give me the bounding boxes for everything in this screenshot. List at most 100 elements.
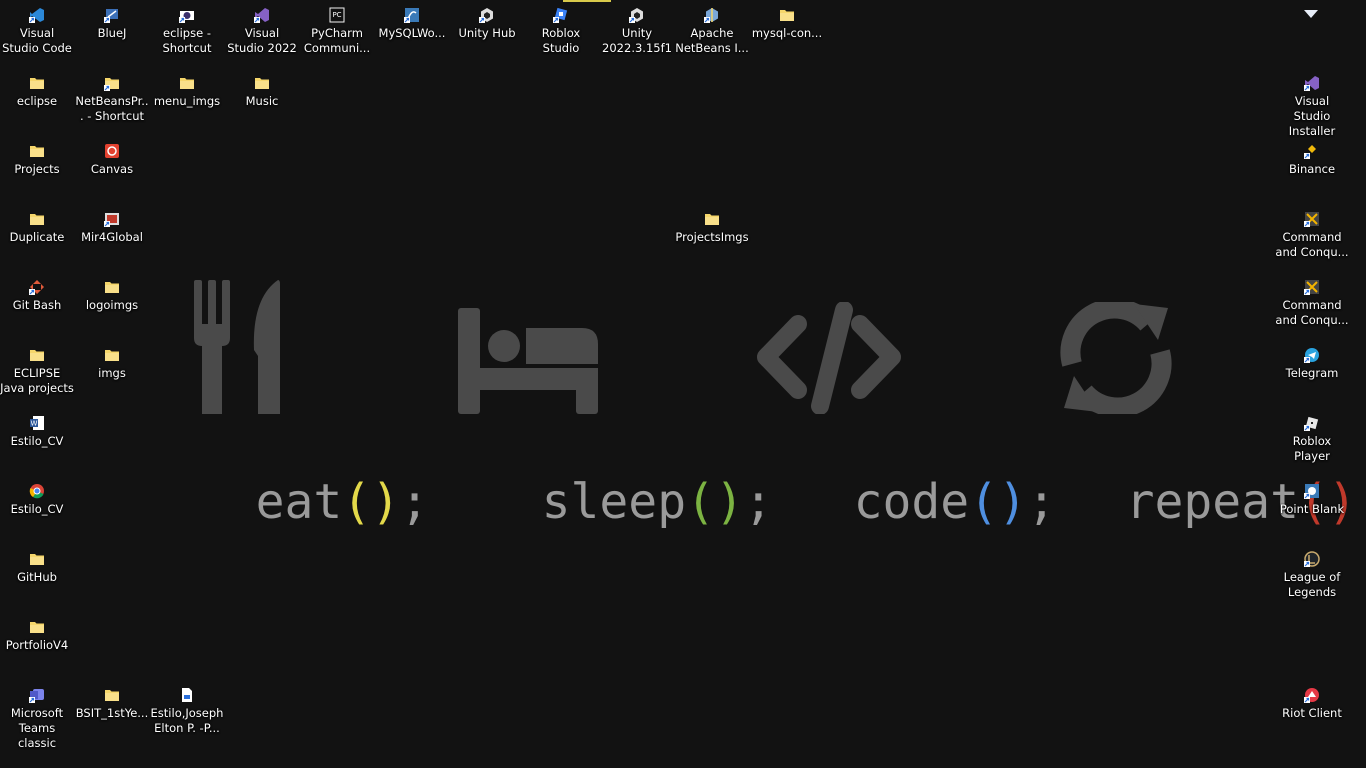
mysql-workbench-icon [404,7,420,23]
word-doc-icon: W [29,415,45,431]
desktop-icon-logoimgs[interactable]: logoimgs [75,272,149,336]
folder-icon [779,7,795,23]
desktop-icon-label: PortfolioV4 [5,638,69,652]
folder-icon [104,687,120,703]
desktop-icon-netbeans[interactable]: Apache NetBeans I... [675,0,749,64]
desktop-icon-telegram[interactable]: Telegram [1275,340,1349,404]
eat-open-paren: ( [342,474,372,530]
code-text: code(); [738,412,1056,530]
desktop-icon-label: Roblox Studio [541,26,581,55]
riot-client-icon [1304,687,1320,703]
desktop-icon-label: Roblox Player [1292,434,1332,463]
desktop-icon-cnc1[interactable]: Command and Conqu... [1275,204,1349,268]
desktop-icon-label: Microsoft Teams classic [10,706,64,750]
desktop-icon-label: Music [245,94,279,108]
desktop-icon-mysql-workbench[interactable]: MySQLWo... [375,0,449,64]
visual-studio-icon [254,7,270,23]
league-icon [1304,551,1320,567]
desktop-icon-label: Visual Studio 2022 [227,26,297,55]
desktop-icon-label: Visual Studio Code [2,26,72,55]
folder-icon [29,551,45,567]
teams-icon [29,687,45,703]
folder-icon [104,347,120,363]
desktop-icon-github[interactable]: GitHub [0,544,74,608]
desktop-icon-label: ProjectsImgs [675,230,749,244]
command-conquer-icon [1304,279,1320,295]
desktop-icon-projects[interactable]: Projects [0,136,74,200]
desktop-icon-unity[interactable]: Unity 2022.3.15f1 [600,0,674,64]
unity-icon [629,7,645,23]
eat-semicolon: ; [400,474,430,530]
git-bash-icon [29,279,45,295]
chrome-icon [29,483,45,499]
desktop-icon-estilo-cv-word[interactable]: W Estilo_CV [0,408,74,472]
desktop-icon-label: mysql-con... [751,26,823,40]
desktop-icon-lol[interactable]: League of Legends [1275,544,1349,608]
roblox-studio-icon [553,7,569,23]
folder-icon [29,619,45,635]
desktop-icon-eclipse-java[interactable]: ECLIPSE Java projects [0,340,74,404]
desktop-icon-estilo-cv-chrome[interactable]: Estilo_CV [0,476,74,540]
desktop-icon-label: Unity Hub [458,26,516,40]
desktop-icon-label: Telegram [1285,366,1339,380]
desktop-icon-portfoliov4[interactable]: PortfolioV4 [0,612,74,676]
desktop-icon-label: Duplicate [9,230,65,244]
desktop-icon-label: PyCharm Communi... [303,26,371,55]
desktop-icon-eclipse-shortcut[interactable]: eclipse - Shortcut [150,0,224,64]
document-icon [179,687,195,703]
desktop-icon-gitbash[interactable]: Git Bash [0,272,74,336]
desktop-icon-projectsimgs[interactable]: ProjectsImgs [675,204,749,268]
roblox-player-icon [1304,415,1320,431]
desktop-icon-label: Unity 2022.3.15f1 [602,26,672,55]
desktop-icon-bluej[interactable]: BlueJ [75,0,149,64]
desktop-icon-riot[interactable]: Riot Client [1275,680,1349,744]
mir4-icon [104,211,120,227]
desktop-icon-label: eclipse [16,94,58,108]
vs-installer-icon [1304,75,1320,91]
bluej-icon [104,7,120,23]
desktop-icon-roblox-player[interactable]: Roblox Player [1275,408,1349,472]
desktop-icon-estilo-joseph[interactable]: Estilo,Joseph Elton P. -P... [150,680,224,744]
vscode-icon [29,7,45,23]
desktop-icon-roblox-studio[interactable]: Roblox Studio [524,0,598,64]
folder-icon [29,75,45,91]
desktop-icon-music[interactable]: Music [225,68,299,132]
folder-icon [704,211,720,227]
desktop-icon-menu-imgs[interactable]: menu_imgs [150,68,224,132]
desktop-icon-label: Command and Conqu... [1275,298,1349,327]
desktop-icon-label: MySQLWo... [378,26,446,40]
desktop-icon-vs-installer[interactable]: Visual Studio Installer [1275,68,1349,138]
desktop-icon-vscode[interactable]: Visual Studio Code [0,0,74,64]
unity-hub-icon [479,7,495,23]
repeat-semicolon: ; [1357,474,1366,530]
desktop-icon-label: Binance [1288,162,1336,176]
desktop-icon-label: NetBeansPr... - Shortcut [75,94,149,123]
desktop-icon-duplicate[interactable]: Duplicate [0,204,74,268]
desktop-icon-mir4global[interactable]: Mir4Global [75,204,149,268]
desktop-icon-pycharm[interactable]: PC PyCharm Communi... [300,0,374,64]
desktop-icon-teams[interactable]: Microsoft Teams classic [0,680,74,750]
sleep-open-paren: ( [686,474,715,530]
netbeans-icon [704,7,720,23]
desktop-icon-label: BSIT_1stYe... [75,706,149,720]
desktop-icon-vs2022[interactable]: Visual Studio 2022 [225,0,299,64]
desktop-icon-label: Git Bash [12,298,62,312]
desktop-icon-bsit[interactable]: BSIT_1stYe... [75,680,149,744]
desktop-icon-eclipse-folder[interactable]: eclipse [0,68,74,132]
desktop-icon-mysql-con[interactable]: mysql-con... [750,0,824,64]
desktop-icon-label: ECLIPSE Java projects [0,366,74,395]
desktop-icon-canvas[interactable]: Canvas [75,136,149,200]
folder-icon [29,143,45,159]
desktop-icon-imgs[interactable]: imgs [75,340,149,404]
folder-icon [254,75,270,91]
desktop-icon-binance[interactable]: Binance [1275,136,1349,200]
desktop-icon-netbeanspr[interactable]: NetBeansPr... - Shortcut [75,68,149,132]
binance-icon [1304,143,1320,159]
refresh-icon [1060,302,1172,414]
desktop-icon-cnc2[interactable]: Command and Conqu... [1275,272,1349,336]
fork-knife-icon [194,280,280,414]
desktop-icon-point-blank[interactable]: Point Blank [1275,476,1349,540]
desktop-icon-unity-hub[interactable]: Unity Hub [450,0,524,64]
chevron-down-icon[interactable] [1304,10,1318,18]
desktop-icon-label: imgs [98,366,126,380]
